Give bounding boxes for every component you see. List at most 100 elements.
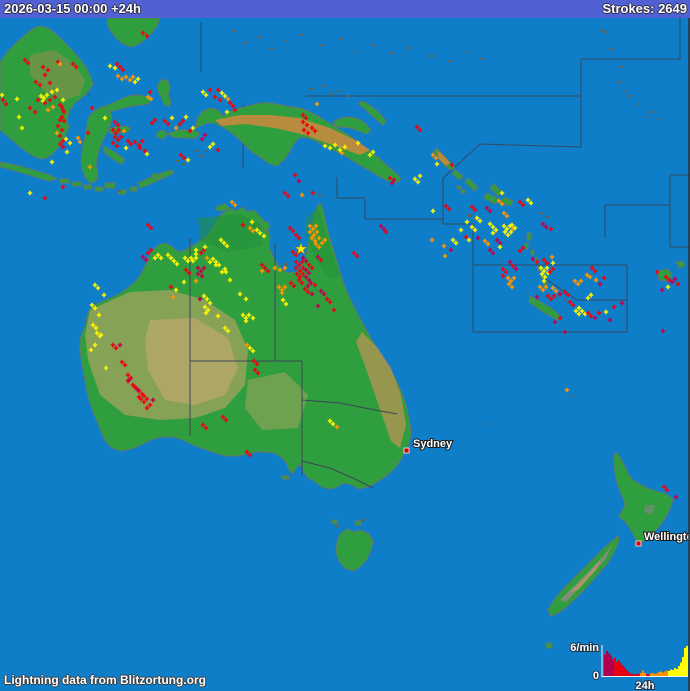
- islet-speck: [270, 48, 273, 50]
- small-island: [129, 186, 138, 192]
- islet-speck: [283, 263, 287, 266]
- islet-speck: [623, 90, 626, 92]
- islet-speck: [372, 44, 375, 46]
- histogram-bar: [640, 673, 642, 676]
- histogram-bar: [674, 668, 676, 676]
- small-island: [456, 185, 462, 190]
- small-island: [530, 249, 535, 256]
- islet-speck: [628, 95, 631, 97]
- histogram-bar: [662, 672, 664, 676]
- islet-speck: [182, 163, 186, 165]
- islet-speck: [118, 190, 121, 192]
- islet-speck: [346, 95, 350, 97]
- histogram-xlabel: 24h: [636, 680, 655, 691]
- small-island: [83, 184, 93, 190]
- attribution-label: Lightning data from Blitzortung.org: [4, 673, 206, 687]
- islet-speck: [571, 395, 574, 397]
- islet-speck: [480, 58, 483, 60]
- histogram-bar: [666, 670, 668, 676]
- histogram-bar: [680, 662, 682, 676]
- islet-speck: [408, 47, 411, 49]
- islet-speck: [637, 103, 640, 105]
- strokes-count-label: Strokes: 2649: [602, 1, 687, 16]
- histogram-bar: [620, 663, 622, 676]
- histogram-bar: [626, 670, 628, 676]
- islet-speck: [244, 42, 247, 44]
- islet-speck: [285, 40, 288, 42]
- islet-speck: [300, 34, 303, 36]
- city-marker: [635, 540, 642, 547]
- small-island: [524, 242, 529, 250]
- small-island: [281, 475, 290, 480]
- histogram-bar: [632, 674, 634, 676]
- header-bar: 2026-03-15 00:00 +24h Strokes: 2649: [0, 0, 690, 18]
- histogram-bar: [642, 670, 644, 676]
- islet-speck: [468, 214, 472, 217]
- city-name: Sydney: [413, 438, 453, 450]
- islet-speck: [618, 81, 621, 83]
- histogram-bar: [604, 654, 606, 676]
- city-marker: [403, 447, 410, 454]
- islet-speck: [258, 36, 261, 38]
- histogram-bar: [656, 673, 658, 676]
- islet-speck: [205, 150, 208, 152]
- histogram-y0-label: 0: [593, 670, 599, 682]
- histogram-bar: [682, 657, 684, 676]
- islet-speck: [430, 55, 433, 57]
- small-island: [59, 178, 70, 184]
- small-island: [460, 189, 466, 194]
- islet-speck: [390, 52, 393, 54]
- histogram-bar: [628, 672, 630, 676]
- small-island: [71, 181, 82, 187]
- islet-speck: [310, 88, 313, 90]
- islet-speck: [200, 155, 203, 157]
- histogram-bar: [654, 674, 656, 676]
- histogram-bar: [648, 674, 650, 676]
- islet-speck: [336, 525, 339, 527]
- histogram-bar: [618, 660, 620, 676]
- islet-speck: [355, 50, 358, 52]
- islet-speck: [657, 118, 660, 120]
- islet-speck: [604, 31, 607, 33]
- histogram-bar: [610, 655, 612, 676]
- islet-speck: [448, 60, 451, 62]
- histogram-bar: [676, 669, 678, 676]
- islet-speck: [175, 160, 179, 162]
- small-island: [526, 232, 532, 241]
- small-island: [151, 173, 162, 179]
- small-island: [331, 519, 338, 525]
- histogram-bar: [614, 657, 616, 676]
- small-island: [354, 520, 362, 526]
- histogram-bar: [612, 659, 614, 676]
- histogram-bar: [622, 665, 624, 676]
- histogram-bar: [684, 648, 686, 676]
- lightning-map-app: Sydney Wellington 6/min 0 24h 2026-03-15 00:…: [0, 0, 690, 691]
- histogram-bar: [658, 672, 660, 676]
- islet-speck: [650, 111, 653, 113]
- histogram-bar: [686, 646, 688, 676]
- histogram-bar: [636, 673, 638, 676]
- histogram-bar: [606, 651, 608, 676]
- histogram-bar: [630, 673, 632, 676]
- islet-speck: [540, 212, 543, 214]
- islet-speck: [340, 38, 343, 40]
- histogram-bar: [672, 670, 674, 676]
- histogram-bar: [644, 673, 646, 676]
- histogram-bar: [660, 671, 662, 676]
- histogram-bar: [646, 674, 648, 676]
- islet-speck: [600, 29, 603, 31]
- histogram-bar: [668, 671, 670, 676]
- histogram-bar: [678, 666, 680, 676]
- lightning-map-canvas[interactable]: Sydney Wellington 6/min 0 24h: [0, 0, 690, 691]
- islet-speck: [318, 194, 321, 196]
- histogram-bar: [608, 653, 610, 676]
- islet-speck: [330, 93, 334, 95]
- small-island: [104, 182, 116, 189]
- histogram-bar: [624, 667, 626, 676]
- islet-speck: [320, 44, 323, 46]
- islet-speck: [362, 519, 365, 521]
- histogram-bar: [638, 674, 640, 676]
- histogram-bar: [650, 673, 652, 676]
- map-datetime-label: 2026-03-15 00:00 +24h: [4, 1, 141, 16]
- islet-speck: [195, 150, 199, 152]
